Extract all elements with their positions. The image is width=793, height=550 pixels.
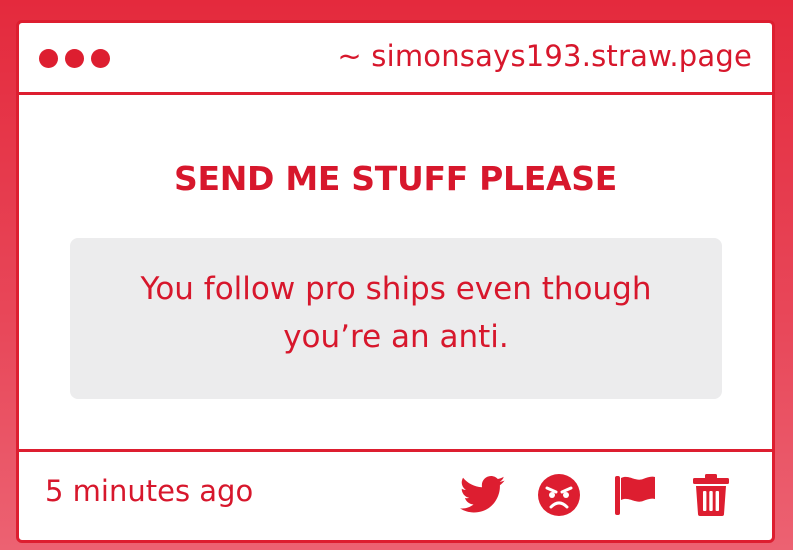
window-dot-2[interactable] [65, 49, 84, 68]
window-dot-1[interactable] [39, 49, 58, 68]
window-titlebar: ~ simonsays193.straw.page [19, 23, 772, 95]
action-bar [460, 472, 734, 518]
report-button[interactable] [612, 472, 658, 518]
timestamp: 5 minutes ago [45, 474, 254, 508]
twitter-icon [460, 476, 506, 513]
page-title: SEND ME STUFF PLEASE [174, 159, 617, 198]
message-box: You follow pro ships even though you’re … [70, 238, 722, 399]
message-card: ~ simonsays193.straw.page SEND ME STUFF … [16, 20, 775, 543]
delete-button[interactable] [688, 472, 734, 518]
react-angry-button[interactable] [536, 472, 582, 518]
angry-face-icon [538, 474, 580, 516]
window-dot-3[interactable] [91, 49, 110, 68]
card-content: SEND ME STUFF PLEASE You follow pro ship… [19, 95, 772, 451]
card-footer: 5 minutes ago [19, 449, 772, 540]
trash-icon [693, 474, 729, 516]
window-controls [39, 49, 110, 68]
share-twitter-button[interactable] [460, 472, 506, 518]
message-text: You follow pro ships even though you’re … [140, 271, 652, 355]
page-url: ~ simonsays193.straw.page [337, 39, 752, 73]
flag-icon [615, 476, 655, 515]
